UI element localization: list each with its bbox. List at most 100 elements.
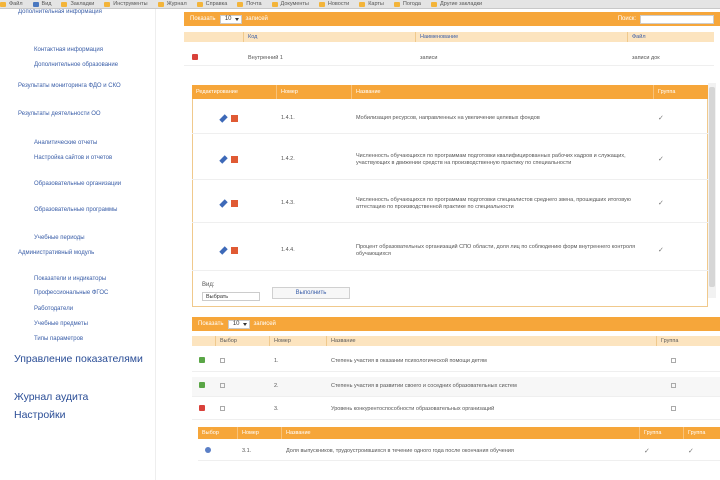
edit-icon[interactable] (219, 155, 228, 164)
bookmark-label: Документы (280, 1, 309, 7)
folder-icon (157, 1, 164, 7)
sidebar-item[interactable]: Работодатели (34, 306, 148, 314)
check-icon: ✓ (658, 114, 664, 122)
group-select[interactable]: Выбрать (202, 292, 260, 301)
check-icon: ✓ (658, 155, 664, 163)
sidebar-section-link[interactable]: Журнал аудита (14, 391, 150, 403)
table-row[interactable]: 1. Степень участия в оказании психологиче… (192, 352, 720, 372)
col-header-number[interactable]: Номер (238, 427, 282, 439)
edit-icon[interactable] (219, 199, 228, 208)
apply-button[interactable]: Выполнить (272, 287, 350, 299)
col-header-blank (184, 32, 244, 42)
col-header-code[interactable]: Код (244, 32, 416, 42)
table-row[interactable]: 3. Уровень конкурентоспособности образова… (192, 400, 720, 420)
col-header-title[interactable]: Название (352, 85, 654, 99)
sidebar-section-link[interactable]: Управление показателями (14, 353, 150, 365)
scrollbar-thumb[interactable] (709, 87, 715, 287)
sidebar-item[interactable]: Учебные периоды (34, 235, 148, 243)
sidebar-item[interactable]: Аналитические отчеты (34, 140, 148, 148)
col-header-select[interactable]: Выбор (198, 427, 238, 439)
edit-icon[interactable] (219, 114, 228, 123)
page-size-select[interactable]: 10 (227, 319, 250, 329)
delete-icon[interactable] (199, 405, 205, 411)
folder-icon (61, 1, 68, 7)
bookmark-item[interactable]: Инструменты (104, 1, 148, 7)
table-row[interactable]: 1.4.1. Мобилизация ресурсов, направленных… (192, 104, 708, 134)
bookmark-item[interactable]: Журнал (157, 1, 187, 7)
main-content: Показать 10 записей Поиск: Код Наименова… (184, 9, 720, 480)
bookmark-label: Инструменты (113, 1, 148, 7)
delete-icon[interactable] (192, 54, 198, 60)
edit-icon[interactable] (219, 246, 228, 255)
sidebar-item[interactable]: Настройка сайтов и отчетов (34, 155, 148, 163)
sidebar-item[interactable]: Административный модуль (18, 250, 148, 258)
search-input[interactable] (640, 14, 714, 24)
approved-icon[interactable] (199, 382, 205, 388)
select-checkbox[interactable] (220, 382, 225, 388)
records-label: записей (253, 321, 276, 327)
sidebar-item[interactable]: Результаты деятельности ОО (18, 111, 148, 119)
bookmark-item[interactable]: Файл (0, 1, 23, 7)
col-header-group[interactable]: Группа (657, 336, 720, 346)
sidebar-item[interactable]: Образовательные организации (34, 181, 148, 189)
sidebar-item[interactable]: Учебные предметы (34, 321, 148, 329)
bookmark-item[interactable]: Новости (318, 1, 349, 7)
bookmark-item[interactable]: Вид (32, 1, 52, 7)
col-header-title[interactable]: Название (327, 336, 657, 346)
page-size-value: 10 (224, 16, 232, 22)
group-checkbox[interactable] (671, 382, 676, 388)
bookmark-item[interactable]: Карты (359, 1, 384, 7)
sidebar-item[interactable]: Профессиональные ФГОС (34, 290, 148, 298)
bookmark-item[interactable]: Почта (237, 1, 262, 7)
bookmark-label: Вид (41, 1, 52, 7)
bookmark-item[interactable]: Погода (393, 1, 421, 7)
sidebar-item[interactable]: Показатели и индикаторы (34, 276, 148, 284)
delete-icon[interactable] (231, 200, 238, 207)
folder-icon (104, 1, 111, 7)
records-label: записей (245, 16, 268, 22)
sidebar-item[interactable]: Типы параметров (34, 336, 148, 344)
sidebar-item[interactable]: Образовательные программы (34, 207, 148, 215)
info-icon[interactable] (205, 447, 211, 453)
bookmark-item[interactable]: Другие закладки (430, 1, 482, 7)
sidebar-item[interactable]: Результаты мониторинга ФДО и СКО (18, 83, 148, 91)
bookmark-label: Закладки (70, 1, 95, 7)
col-header-group[interactable]: Группа (654, 85, 708, 99)
table-row[interactable]: 1.4.2. Численность обучающихся по програм… (192, 140, 708, 180)
sidebar-item[interactable]: Дополнительная информация (18, 9, 148, 17)
table-row[interactable]: 2. Степень участия в развитии своего и со… (192, 377, 720, 397)
col-header-group-2[interactable]: Группа (684, 427, 720, 439)
col-header-title[interactable]: Название (282, 427, 640, 439)
approved-icon[interactable] (199, 357, 205, 363)
folder-icon (393, 1, 400, 7)
group-label: Вид: (202, 282, 215, 288)
col-header-name[interactable]: Наименование (416, 32, 628, 42)
select-checkbox[interactable] (220, 405, 225, 411)
select-checkbox[interactable] (220, 357, 225, 363)
row-file: записи док (632, 55, 660, 61)
page-size-select[interactable]: 10 (219, 14, 242, 24)
col-header-number[interactable]: Номер (270, 336, 327, 346)
table-row[interactable]: 1.4.4. Процент образовательных организаци… (192, 231, 708, 271)
sidebar-item[interactable]: Дополнительное образование (34, 62, 148, 70)
col-header-file[interactable]: Файл (628, 32, 714, 42)
delete-icon[interactable] (231, 156, 238, 163)
folder-icon (359, 1, 366, 7)
bookmark-item[interactable]: Справка (196, 1, 227, 7)
col-header-select[interactable]: Выбор (216, 336, 270, 346)
group-checkbox[interactable] (671, 405, 676, 411)
col-header-number[interactable]: Номер (277, 85, 352, 99)
sidebar-item[interactable]: Контактная информация (34, 47, 148, 55)
table-row[interactable]: Внутренний 1 записи записи док (184, 52, 714, 66)
sidebar-section-link[interactable]: Настройки (14, 409, 150, 421)
table-row[interactable]: 1.4.3. Численность обучающихся по програм… (192, 185, 708, 223)
table-row[interactable]: 3.1. Доля выпускников, трудоустроившихся… (198, 443, 720, 461)
bookmark-item[interactable]: Закладки (61, 1, 94, 7)
group-checkbox[interactable] (671, 357, 676, 363)
delete-icon[interactable] (231, 115, 238, 122)
bookmark-item[interactable]: Документы (271, 1, 309, 7)
sidebar: Дополнительная информация Контактная инфо… (0, 9, 156, 480)
col-header-group[interactable]: Группа (640, 427, 684, 439)
panel-scrollbar[interactable] (708, 83, 716, 298)
delete-icon[interactable] (231, 247, 238, 254)
